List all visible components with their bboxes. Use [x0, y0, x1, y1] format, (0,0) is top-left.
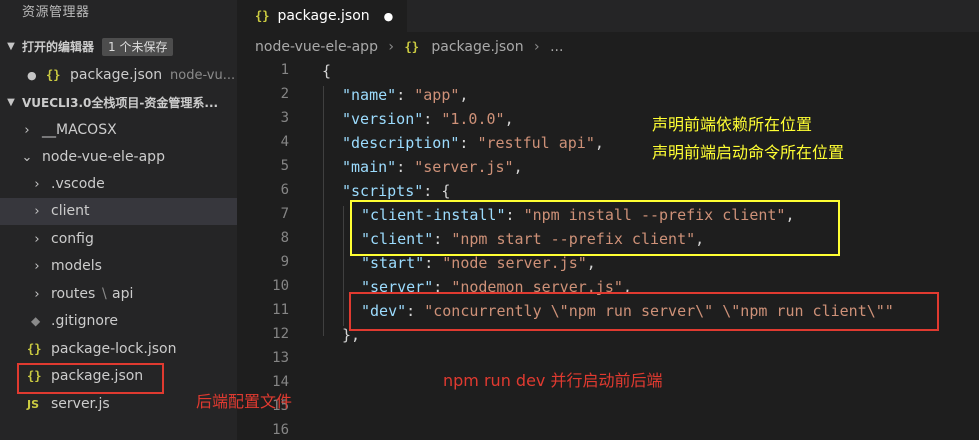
line-number: 7 — [280, 206, 289, 222]
tree-item-label: node-vue-ele-app — [42, 149, 165, 165]
chevron-right-icon: › — [34, 259, 40, 274]
tree-item-label: .gitignore — [51, 313, 118, 329]
tab-package-json[interactable]: {} package.json ● — [237, 0, 407, 32]
line-number: 3 — [280, 110, 289, 126]
json-file-icon: {} — [27, 342, 42, 356]
dev-script-highlight-box — [349, 292, 939, 331]
code-line-9: "start": "node server.js", — [361, 254, 596, 272]
tree-item-label: __MACOSX — [42, 122, 117, 138]
chevron-down-icon: ▼ — [7, 97, 15, 108]
open-editor-item-package-json[interactable]: ● {} package.json node-vu... — [0, 62, 237, 89]
chevron-right-icon: › — [34, 177, 40, 192]
open-editor-filename: package.json — [70, 67, 163, 83]
note-dev-command: npm run dev 并行启动前后端 — [443, 371, 663, 390]
code-line-3: "version": "1.0.0", — [342, 110, 514, 128]
frontend-scripts-highlight-box — [350, 200, 840, 256]
explorer-title: 资源管理器 — [22, 5, 90, 20]
unsaved-dot-icon: ● — [27, 69, 37, 82]
tree-item-label: routes — [51, 286, 96, 302]
indent-guide — [323, 86, 324, 336]
code-line-4: "description": "restful api", — [342, 134, 604, 152]
tree-item-sublabel: api — [112, 286, 134, 302]
line-number: 11 — [272, 302, 289, 318]
tree-item-node-vue-ele-app[interactable]: ⌄ node-vue-ele-app — [0, 144, 237, 171]
tree-item-vscode[interactable]: › .vscode — [0, 171, 237, 198]
tree-item-label: config — [51, 231, 94, 247]
open-editors-header[interactable]: ▼ 打开的编辑器 1 个未保存 — [0, 36, 237, 58]
tree-item-models[interactable]: › models — [0, 253, 237, 280]
unsaved-badge: 1 个未保存 — [102, 38, 174, 56]
gitignore-icon: ◆ — [31, 314, 41, 328]
project-header[interactable]: ▼ VUECLI3.0全栈项目-资金管理系... — [0, 92, 237, 114]
line-number: 8 — [280, 230, 289, 246]
open-editor-path: node-vu... — [170, 68, 236, 83]
line-number: 16 — [272, 422, 289, 438]
line-number: 1 — [280, 62, 289, 78]
tree-item-label: package-lock.json — [51, 341, 177, 357]
tree-item-label: models — [51, 258, 102, 274]
unsaved-dot-icon[interactable]: ● — [384, 10, 394, 23]
tree-item-client[interactable]: › client — [0, 198, 237, 225]
open-editors-label: 打开的编辑器 — [22, 40, 95, 54]
line-number: 10 — [272, 278, 289, 294]
line-number: 5 — [280, 158, 289, 174]
chevron-right-icon: › — [24, 123, 30, 138]
chevron-down-icon: ▼ — [7, 41, 15, 52]
chevron-right-icon: › — [34, 204, 40, 219]
line-number: 2 — [280, 86, 289, 102]
package-json-highlight-box — [17, 363, 164, 394]
breadcrumb-file[interactable]: package.json — [431, 39, 523, 55]
json-file-icon: {} — [255, 9, 270, 23]
breadcrumb: node-vue-ele-app › {} package.json › ... — [237, 34, 563, 60]
line-number: 12 — [272, 326, 289, 342]
tree-item-label: client — [51, 203, 90, 219]
breadcrumb-folder[interactable]: node-vue-ele-app — [255, 39, 378, 55]
tree-item-config[interactable]: › config — [0, 226, 237, 253]
tab-label: package.json — [277, 8, 370, 24]
chevron-right-icon: › — [534, 39, 540, 55]
code-line-1: { — [322, 62, 332, 80]
path-separator: \ — [102, 286, 107, 302]
line-number: 6 — [280, 182, 289, 198]
line-number: 4 — [280, 134, 289, 150]
chevron-right-icon: › — [388, 39, 395, 55]
tree-item-macosx[interactable]: › __MACOSX — [0, 117, 237, 144]
code-line-6: "scripts": { — [342, 182, 451, 200]
json-file-icon: {} — [46, 68, 61, 82]
line-number: 9 — [280, 254, 289, 270]
code-line-2: "name": "app", — [342, 86, 469, 104]
editor-tab-bar: {} package.json ● — [237, 0, 979, 32]
json-file-icon: {} — [404, 40, 419, 54]
tree-item-label: .vscode — [51, 176, 105, 192]
chevron-right-icon: › — [34, 287, 40, 302]
js-file-icon: JS — [27, 398, 40, 411]
breadcrumb-more[interactable]: ... — [550, 39, 563, 55]
chevron-down-icon: ⌄ — [21, 150, 33, 165]
tree-item-package-lock-json[interactable]: {} package-lock.json — [0, 336, 237, 363]
tree-item-label: server.js — [51, 396, 110, 412]
code-line-5: "main": "server.js", — [342, 158, 523, 176]
tree-item-routes[interactable]: › routes \ api — [0, 281, 237, 308]
note-frontend-start: 声明前端启动命令所在位置 — [652, 143, 845, 162]
chevron-right-icon: › — [34, 232, 40, 247]
line-number: 13 — [272, 350, 289, 366]
indent-guide — [343, 206, 344, 326]
project-label: VUECLI3.0全栈项目-资金管理系... — [22, 96, 219, 110]
note-frontend-deps: 声明前端依赖所在位置 — [652, 115, 813, 134]
note-backend-config: 后端配置文件 — [196, 392, 293, 411]
tree-item-gitignore[interactable]: ◆ .gitignore — [0, 308, 237, 335]
